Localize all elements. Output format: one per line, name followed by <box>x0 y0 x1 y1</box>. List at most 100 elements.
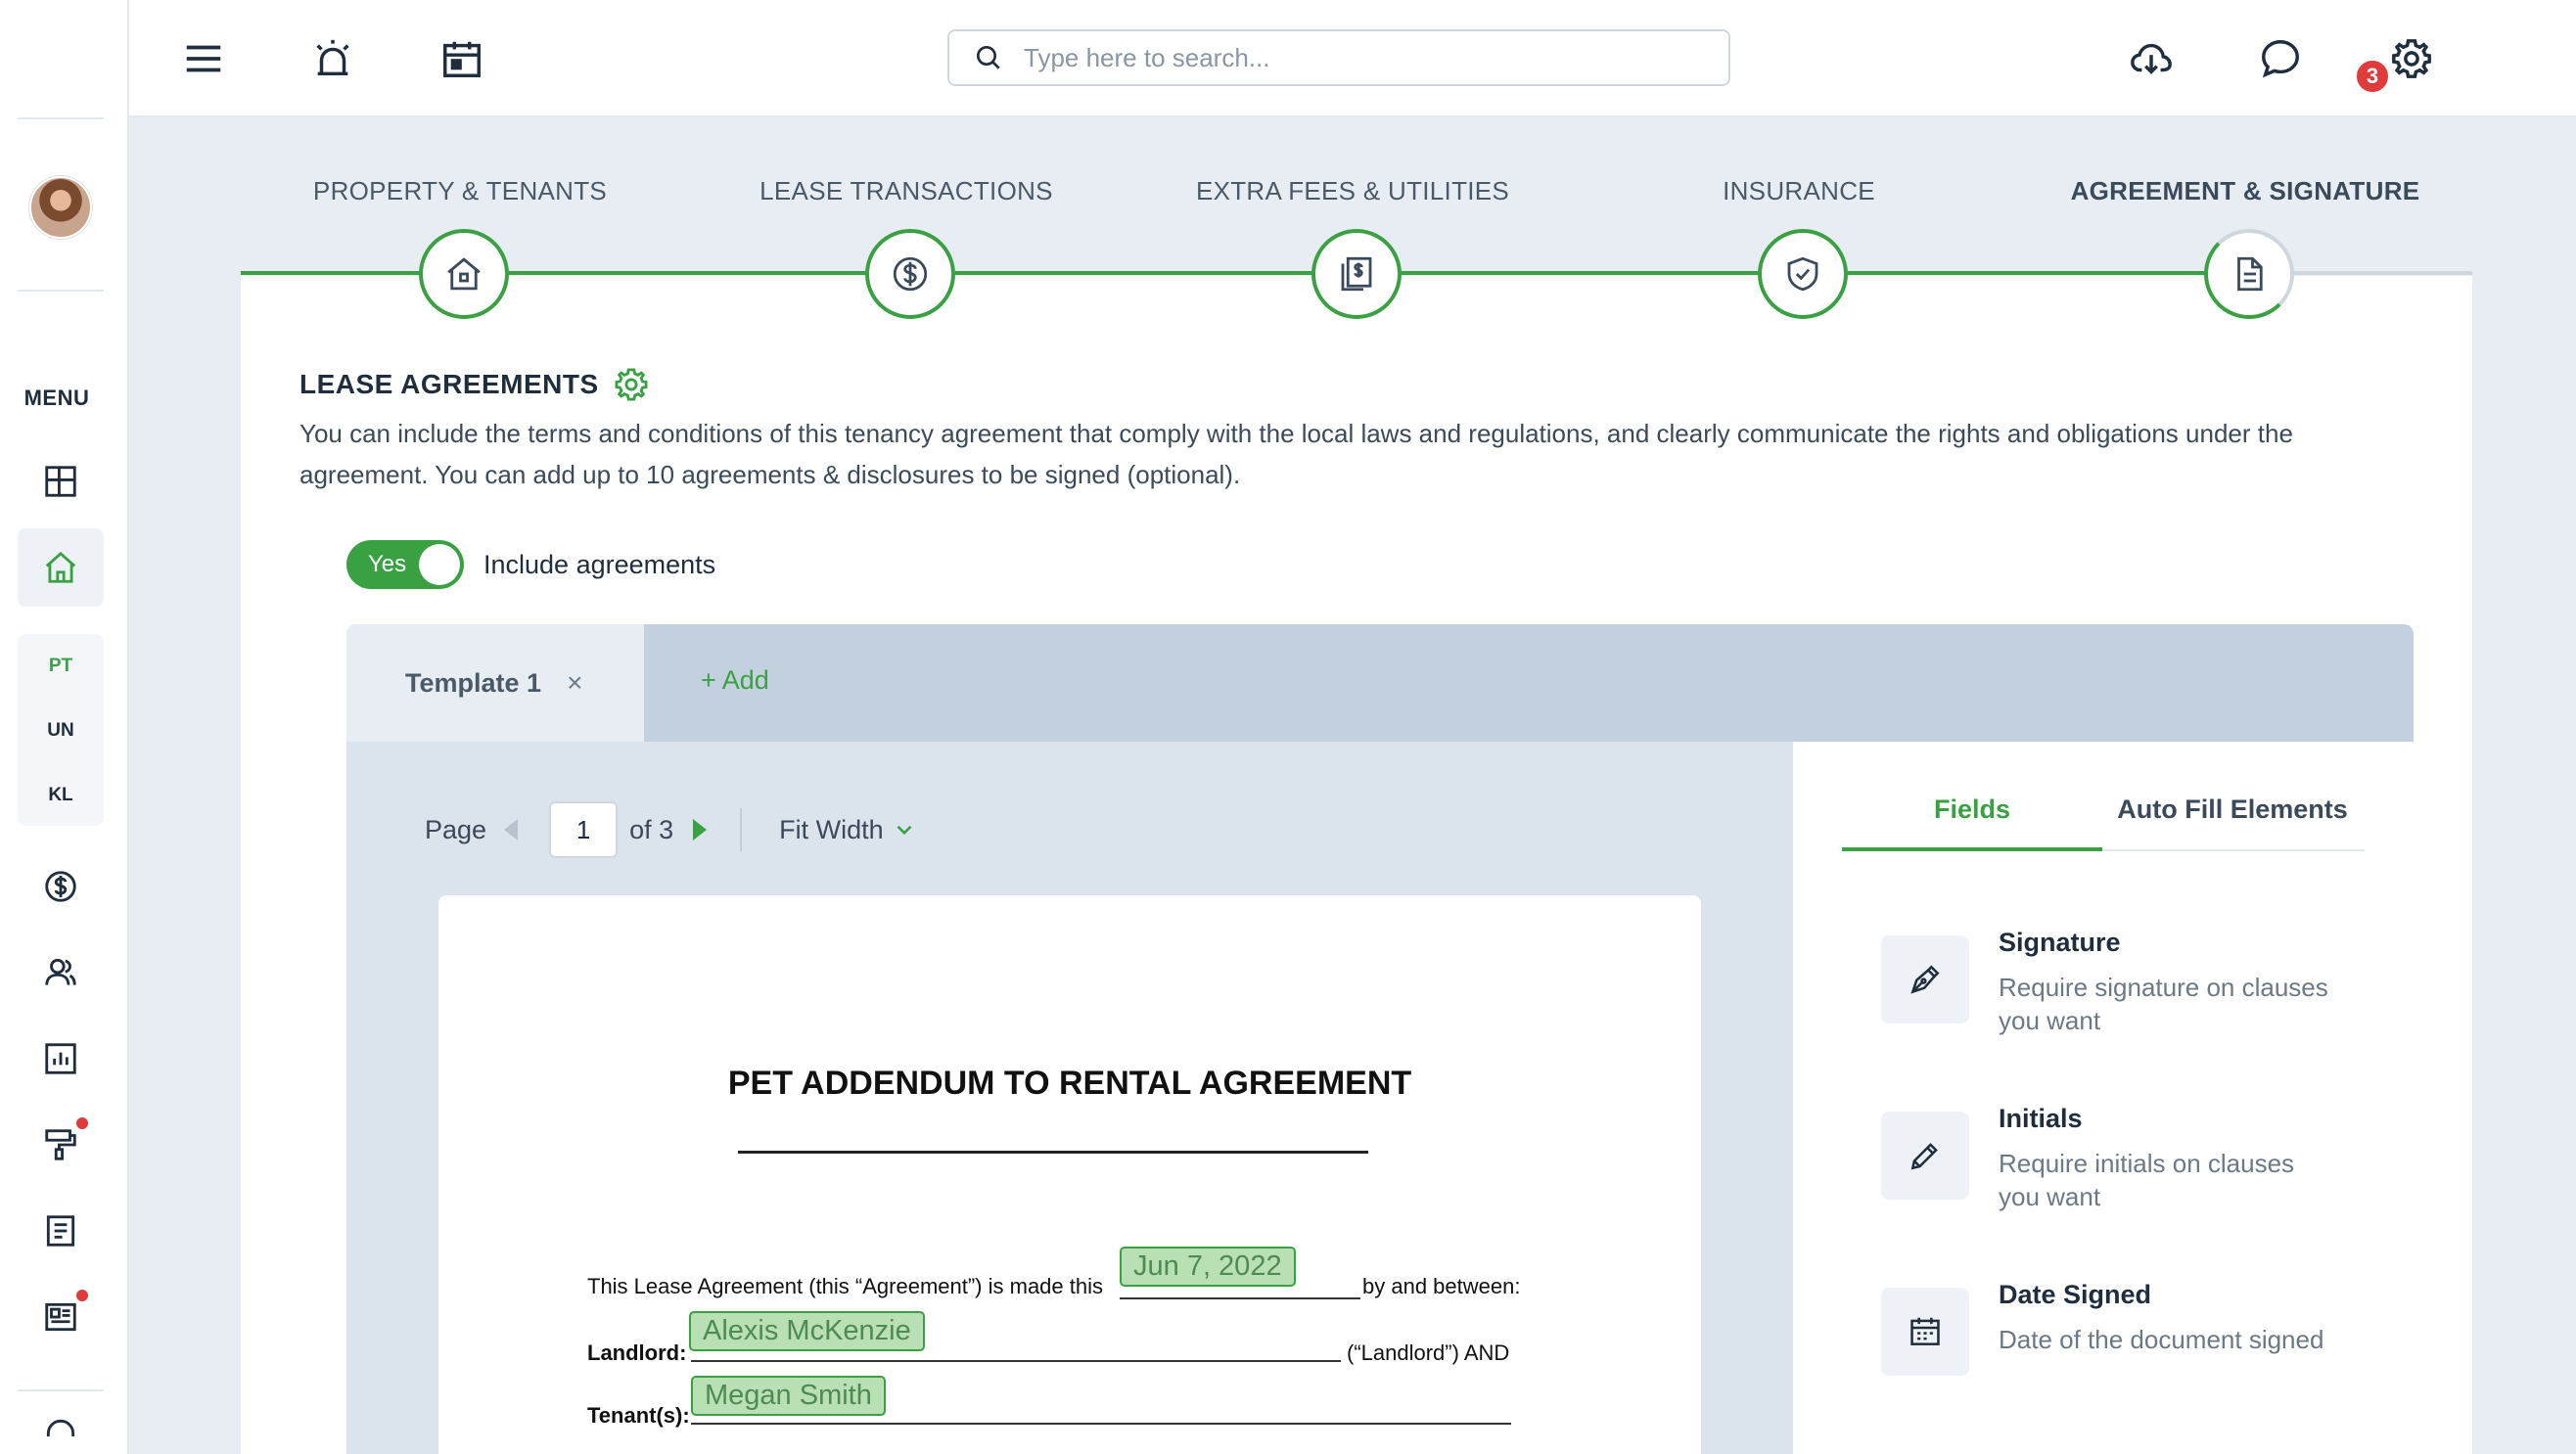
section-description: You can include the terms and conditions… <box>299 419 2293 489</box>
tab-auto-fill-elements[interactable]: Auto Fill Elements <box>2102 795 2363 825</box>
signature-field-title: Signature <box>1999 928 2121 957</box>
alarm-button[interactable] <box>301 27 364 90</box>
hamburger-icon <box>186 45 221 72</box>
settings-button[interactable] <box>2380 27 2443 90</box>
step-extra-fees[interactable] <box>1311 229 1402 319</box>
add-template-button[interactable]: + Add <box>701 665 769 696</box>
step-property-tenants[interactable] <box>419 229 509 319</box>
sidebar-item-reports[interactable] <box>18 1020 104 1098</box>
dollar-icon <box>893 256 928 292</box>
sidebar-item-properties[interactable] <box>18 528 104 607</box>
paint-roller-icon <box>45 1129 76 1160</box>
page-navigator: Page 1 of 3 Fit Width <box>425 801 917 858</box>
page-number-input[interactable]: 1 <box>549 801 619 858</box>
step-label-lease-transactions: LEASE TRANSACTIONS <box>759 176 1053 205</box>
step-label-extra-fees: EXTRA FEES & UTILITIES <box>1195 176 1510 205</box>
sidebar-item-news[interactable] <box>18 1278 104 1356</box>
tenant-name-field[interactable]: Megan Smith <box>691 1376 886 1416</box>
sidebar-item-support[interactable] <box>18 1409 104 1454</box>
stepper-progress-line <box>241 271 2249 275</box>
pen-nib-icon <box>1910 965 1940 994</box>
dollar-circle-icon <box>45 871 76 902</box>
document-line-1-prefix: This Lease Agreement (this “Agreement”) … <box>587 1274 1104 1298</box>
document-icon <box>2237 256 2263 292</box>
tab-template-1[interactable]: Template 1 × <box>346 624 644 742</box>
sidebar-item-dashboard[interactable] <box>18 442 104 521</box>
tenant-label: Tenant(s): <box>587 1403 690 1428</box>
notification-dot <box>76 1290 88 1301</box>
document-title-rule <box>738 1151 1368 1154</box>
landlord-label: Landlord: <box>587 1340 687 1365</box>
cloud-download-icon <box>2131 43 2172 74</box>
chat-bubble-icon <box>2262 40 2299 78</box>
step-agreement-signature[interactable] <box>2204 229 2294 319</box>
gear-icon <box>2392 39 2431 78</box>
step-label-property-tenants: PROPERTY & TENANTS <box>312 176 608 205</box>
date-field[interactable]: Jun 7, 2022 <box>1120 1247 1296 1287</box>
notification-dot <box>76 1117 88 1129</box>
document-title: PET ADDENDUM TO RENTAL AGREEMENT <box>727 1065 1412 1102</box>
close-icon[interactable]: × <box>567 667 582 699</box>
people-icon <box>45 958 76 985</box>
alarm-icon <box>316 39 349 76</box>
document-underline <box>691 1423 1511 1425</box>
home-icon <box>447 257 481 291</box>
document-underline <box>1120 1297 1360 1299</box>
top-bar: 3 <box>129 0 2576 117</box>
signature-field-desc: Require signature on clauses you want <box>1999 973 2328 1035</box>
search-input[interactable] <box>1024 42 1709 73</box>
sidebar-item-pt[interactable]: PT <box>18 634 104 699</box>
step-insurance[interactable] <box>1758 229 1848 319</box>
download-button[interactable] <box>2120 27 2183 90</box>
landlord-suffix: (“Landlord”) AND <box>1347 1340 1510 1365</box>
step-lease-transactions[interactable] <box>865 229 955 319</box>
bar-chart-icon <box>45 1043 76 1074</box>
sidebar-item-people[interactable] <box>18 933 104 1012</box>
sidebar-item-documents[interactable] <box>18 1192 104 1270</box>
initials-field-desc: Require initials on clauses you want <box>1999 1149 2295 1211</box>
sidebar-item-finance[interactable] <box>18 847 104 926</box>
page-label: Page <box>425 814 487 844</box>
toggle-label: Include agreements <box>483 550 716 579</box>
sidebar-item-un[interactable]: UN <box>18 699 104 763</box>
headset-icon <box>46 1419 75 1437</box>
date-signed-field-button[interactable] <box>1881 1288 1969 1376</box>
home-icon <box>45 551 76 583</box>
page-count: of 3 <box>629 814 674 844</box>
newspaper-icon <box>45 1302 76 1332</box>
avatar[interactable] <box>29 176 92 239</box>
sidebar-item-kl[interactable]: KL <box>18 763 104 828</box>
signature-field-button[interactable] <box>1881 935 1969 1023</box>
calendar-icon <box>1910 1317 1940 1345</box>
document-line-1-suffix: by and between: <box>1362 1274 1521 1298</box>
tab-template-label: Template 1 <box>405 667 542 698</box>
gear-icon[interactable] <box>613 366 650 403</box>
dashboard-icon <box>45 466 76 497</box>
step-label-agreement-signature: AGREEMENT & SIGNATURE <box>2070 176 2420 205</box>
zoom-select[interactable]: Fit Width <box>779 815 917 845</box>
chevron-down-icon <box>897 825 912 836</box>
next-page-icon[interactable] <box>693 819 708 841</box>
include-agreements-toggle[interactable]: Yes <box>346 540 464 589</box>
shield-icon <box>1787 256 1818 292</box>
search-box <box>947 29 1730 86</box>
search-icon <box>977 46 1000 69</box>
menu-label: MENU <box>23 386 90 410</box>
messages-button[interactable] <box>2249 27 2312 90</box>
initials-field-button[interactable] <box>1881 1112 1969 1200</box>
pager-divider <box>740 808 743 851</box>
date-signed-field-desc: Date of the document signed <box>1999 1325 2324 1354</box>
sidebar-divider <box>18 117 104 119</box>
tab-fields[interactable]: Fields <box>1842 795 2102 825</box>
sidebar-property-list: PT UN KL <box>18 634 104 826</box>
sidebar-divider <box>18 290 104 292</box>
sidebar-item-maintenance[interactable] <box>18 1106 104 1184</box>
calendar-button[interactable] <box>431 27 493 90</box>
toggle-knob <box>419 544 460 585</box>
bills-icon <box>1341 256 1372 292</box>
menu-button[interactable] <box>172 27 235 90</box>
zoom-value: Fit Width <box>779 814 884 844</box>
prev-page-icon[interactable] <box>504 819 519 841</box>
landlord-name-field[interactable]: Alexis McKenzie <box>689 1311 925 1351</box>
template-tab-bar <box>346 624 2414 742</box>
